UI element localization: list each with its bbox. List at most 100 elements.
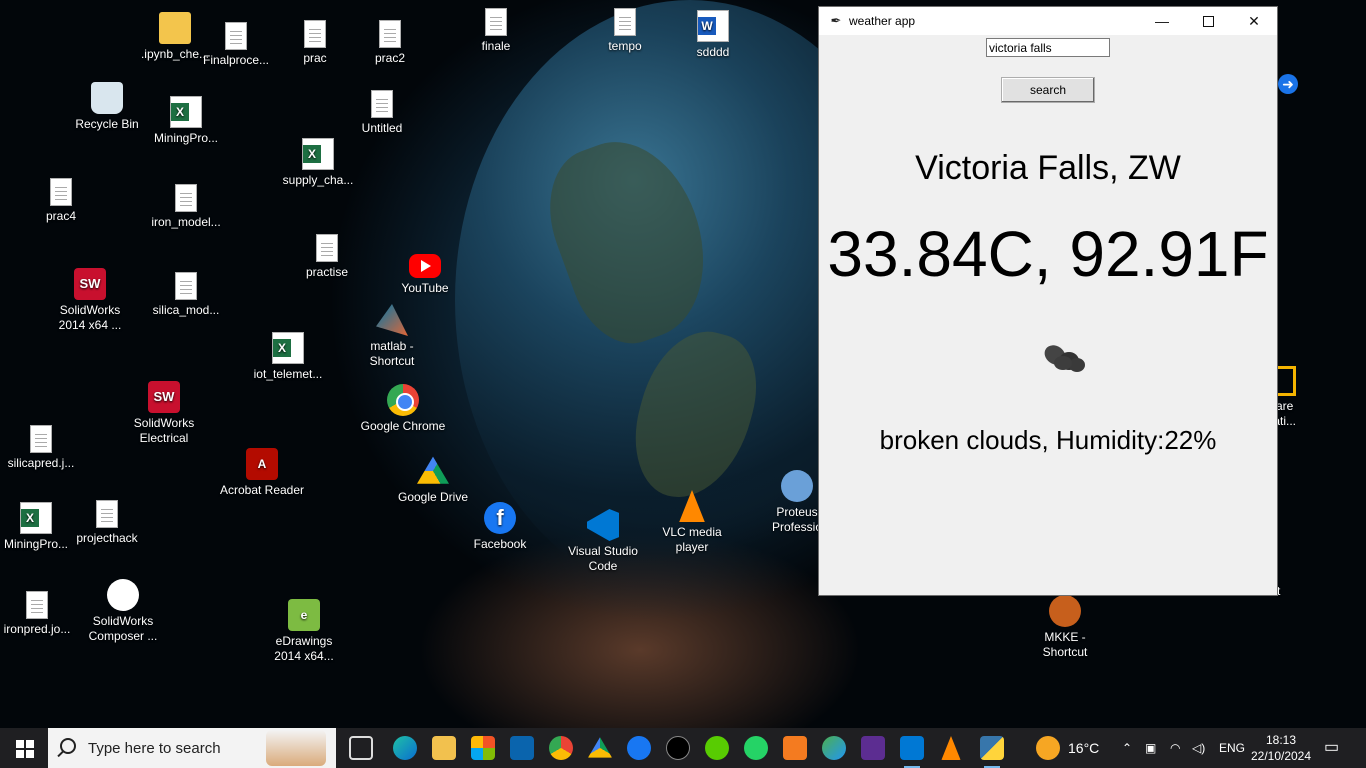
weather-temperature[interactable]: 16°C xyxy=(1068,728,1099,768)
desktop-icon-visual-studio-code[interactable]: Visual Studio Code xyxy=(560,509,646,574)
google-drive-taskbar-icon[interactable] xyxy=(588,737,612,758)
search-icon xyxy=(60,738,76,754)
python-icon[interactable] xyxy=(980,736,1004,768)
file-icon xyxy=(175,272,197,300)
desktop-icon-iron-model[interactable]: iron_model... xyxy=(143,184,229,230)
file-icon xyxy=(371,90,393,118)
desktop-icon-silicapred[interactable]: silicapred.j... xyxy=(0,425,84,471)
network-app-icon[interactable] xyxy=(822,736,846,760)
duolingo-icon[interactable] xyxy=(705,736,729,760)
desktop-icon-google-drive[interactable]: Google Drive xyxy=(390,455,476,505)
desktop-icon-untitled[interactable]: Untitled xyxy=(339,90,425,136)
mail-icon[interactable] xyxy=(510,736,534,760)
desktop-icon-solidworks-electrical[interactable]: SW SolidWorks Electrical xyxy=(121,381,207,446)
desktop-icon-prac4[interactable]: prac4 xyxy=(18,178,104,224)
chevron-up-icon[interactable]: ⌃ xyxy=(1122,728,1132,768)
desktop-icon-supply-cha[interactable]: Xsupply_cha... xyxy=(275,138,361,188)
notifications-icon[interactable]: ▭ xyxy=(1324,728,1339,768)
maximize-button[interactable] xyxy=(1185,7,1231,35)
search-button[interactable]: search xyxy=(1001,77,1095,103)
task-view-icon[interactable] xyxy=(349,736,373,760)
ls-app-icon[interactable] xyxy=(783,736,807,760)
file-icon xyxy=(175,184,197,212)
desktop-icon-tempo[interactable]: tempo xyxy=(582,8,668,54)
folder-icon xyxy=(159,12,191,44)
acrobat-icon: A xyxy=(246,448,278,480)
matlab-icon xyxy=(376,304,408,336)
vlc-taskbar-icon[interactable] xyxy=(941,736,961,760)
solidworks-icon: SW xyxy=(74,268,106,300)
clock-date: 22/10/2024 xyxy=(1250,749,1312,763)
wifi-icon[interactable]: ◠ xyxy=(1170,728,1180,768)
app-content: search Victoria Falls, ZW 33.84C, 92.91F… xyxy=(819,35,1277,595)
file-icon xyxy=(485,8,507,36)
city-label: Victoria Falls, ZW xyxy=(915,149,1181,187)
window-title: weather app xyxy=(849,14,916,28)
desktop-icon-iot-telemet[interactable]: Xiot_telemet... xyxy=(245,332,331,382)
vlc-icon xyxy=(679,490,705,522)
taskbar: Type here to search 16°C ⌃ ▣ ◠ ◁) ENG 18… xyxy=(0,728,1366,768)
facebook-icon: f xyxy=(484,502,516,534)
facebook-taskbar-icon[interactable] xyxy=(627,736,651,760)
desktop-icon-sdddd[interactable]: Wsdddd xyxy=(670,10,756,60)
feather-icon: ✒ xyxy=(830,13,842,28)
purple-app-icon[interactable] xyxy=(861,736,885,760)
vscode-taskbar-icon[interactable] xyxy=(900,736,924,768)
whatsapp-icon[interactable] xyxy=(744,736,768,760)
store-icon[interactable] xyxy=(471,736,495,760)
search-highlight-icon xyxy=(266,730,326,766)
edge-icon[interactable] xyxy=(393,736,417,760)
desktop-icon-solidworks-composer[interactable]: SolidWorks Composer ... xyxy=(80,579,166,644)
desktop-icon-ironpred[interactable]: ironpred.jo... xyxy=(0,591,80,637)
desktop-icon-finale[interactable]: finale xyxy=(453,8,539,54)
youtube-icon xyxy=(409,254,441,278)
city-search-input[interactable] xyxy=(986,38,1110,57)
volume-icon[interactable]: ◁) xyxy=(1192,728,1205,768)
file-icon xyxy=(50,178,72,206)
desktop-icon-prac2[interactable]: prac2 xyxy=(347,20,433,66)
arrow-right-icon[interactable]: ➜ xyxy=(1278,74,1298,94)
proteus-icon xyxy=(781,470,813,502)
excel-file-icon: X xyxy=(272,332,304,364)
desktop-icon-youtube[interactable]: YouTube xyxy=(382,248,468,296)
start-button[interactable] xyxy=(0,728,48,768)
temperature-label: 33.84C, 92.91F xyxy=(827,218,1269,290)
recycle-bin-icon xyxy=(91,82,123,114)
desktop-icon-finalproce[interactable]: Finalproce... xyxy=(193,22,279,68)
desktop-icon-facebook[interactable]: f Facebook xyxy=(457,502,543,552)
file-icon xyxy=(30,425,52,453)
taskbar-search-box[interactable]: Type here to search xyxy=(48,728,336,768)
file-icon xyxy=(614,8,636,36)
x-icon[interactable] xyxy=(666,736,690,760)
file-explorer-icon[interactable] xyxy=(432,736,456,760)
file-icon xyxy=(379,20,401,48)
desktop-icon-silica-mod[interactable]: silica_mod... xyxy=(143,272,229,318)
desktop-icon-vlc[interactable]: VLC media player xyxy=(649,490,735,555)
desktop-icon-miningpro[interactable]: X MiningPro... xyxy=(143,96,229,146)
excel-file-icon: X xyxy=(170,96,202,128)
minimize-button[interactable]: — xyxy=(1139,7,1185,35)
desktop-icon-matlab-shortcut[interactable]: matlab - Shortcut xyxy=(349,304,435,369)
word-document-icon: W xyxy=(697,10,729,42)
mkke-icon xyxy=(1049,595,1081,627)
camera-icon[interactable]: ▣ xyxy=(1145,728,1156,768)
file-icon xyxy=(304,20,326,48)
windows-logo-icon xyxy=(16,740,24,748)
language-indicator[interactable]: ENG xyxy=(1219,728,1245,768)
desktop-icon-prac[interactable]: prac xyxy=(272,20,358,66)
desktop-icon-recycle-bin[interactable]: Recycle Bin xyxy=(64,82,150,132)
title-bar[interactable]: ✒ weather app — ✕ xyxy=(819,7,1277,35)
desktop-icon-edrawings[interactable]: e eDrawings 2014 x64... xyxy=(261,599,347,664)
desktop-icon-google-chrome[interactable]: Google Chrome xyxy=(360,384,446,434)
close-button[interactable]: ✕ xyxy=(1231,7,1277,35)
desktop-icon-solidworks-2014[interactable]: SW SolidWorks 2014 x64 ... xyxy=(47,268,133,333)
desktop-icon-practise[interactable]: practise xyxy=(284,234,370,280)
clock[interactable]: 18:13 22/10/2024 xyxy=(1250,732,1312,764)
excel-file-icon: X xyxy=(20,502,52,534)
weather-sun-icon[interactable] xyxy=(1036,736,1060,760)
file-icon xyxy=(26,591,48,619)
chrome-taskbar-icon[interactable] xyxy=(549,736,573,760)
desktop-icon-mkke-shortcut[interactable]: MKKE - Shortcut xyxy=(1022,595,1108,660)
desktop-icon-acrobat-reader[interactable]: A Acrobat Reader xyxy=(219,448,305,498)
desktop-icon-projecthack[interactable]: projecthack xyxy=(64,500,150,546)
